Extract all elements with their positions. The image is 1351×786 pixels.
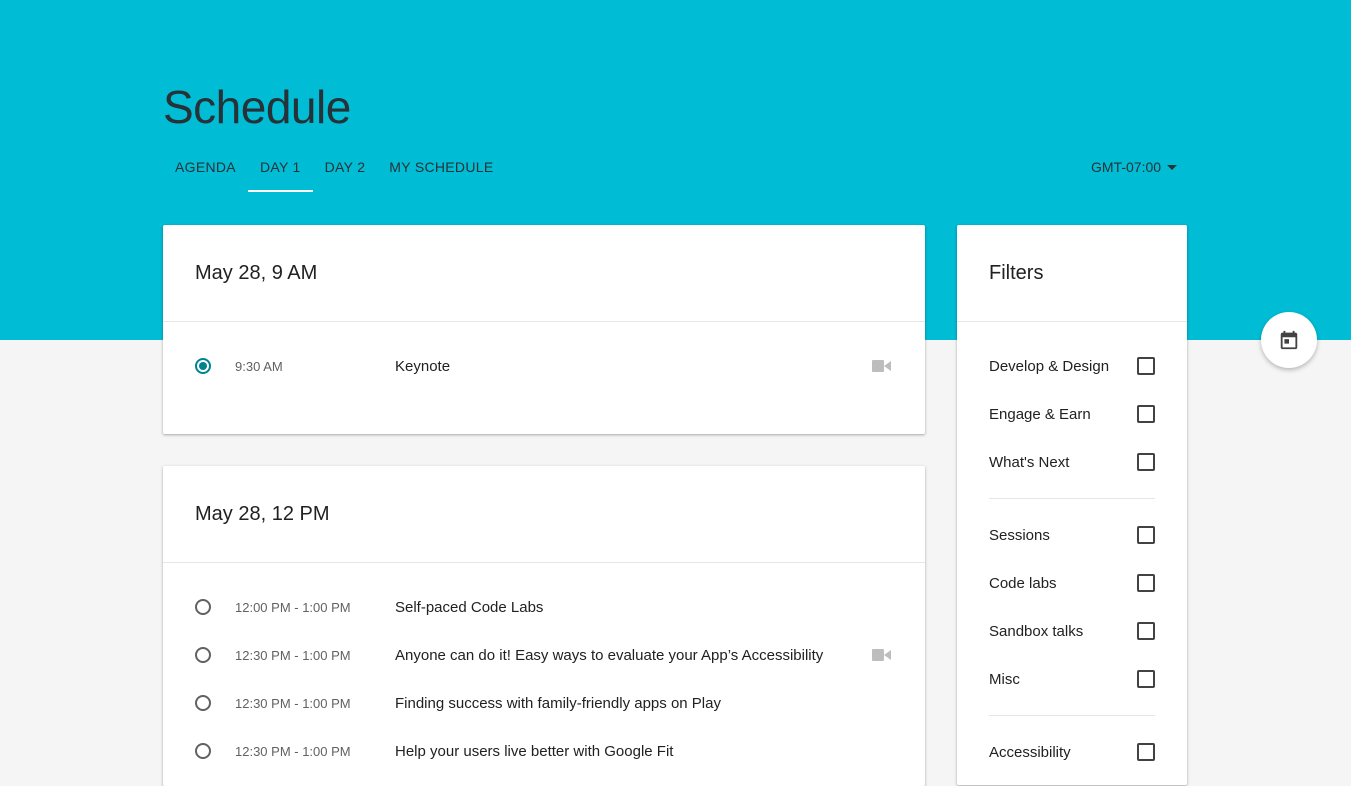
- page-title: Schedule: [163, 81, 351, 133]
- filter-label: Code labs: [989, 574, 1057, 592]
- filter-code-labs[interactable]: Code labs: [957, 559, 1187, 607]
- filter-label: Engage & Earn: [989, 405, 1091, 423]
- session-time: 9:30 AM: [235, 358, 283, 374]
- session-time: 12:00 PM - 1:00 PM: [235, 599, 351, 615]
- tab-my-schedule[interactable]: MY SCHEDULE: [377, 148, 505, 192]
- calendar-fab-button[interactable]: [1261, 312, 1317, 368]
- video-camera-icon: [872, 649, 891, 661]
- video-camera-icon: [872, 360, 891, 372]
- filter-develop-design[interactable]: Develop & Design: [957, 342, 1187, 390]
- filter-checkbox[interactable]: [1137, 670, 1155, 688]
- session-title[interactable]: Self-paced Code Labs: [395, 599, 543, 616]
- time-block-card: May 28, 12 PM 12:00 PM - 1:00 PM Self-pa…: [163, 466, 925, 786]
- session-select-radio[interactable]: [195, 695, 211, 711]
- session-row[interactable]: 12:00 PM - 1:00 PM Self-paced Code Labs: [163, 583, 925, 631]
- session-select-radio[interactable]: [195, 599, 211, 615]
- filter-checkbox[interactable]: [1137, 405, 1155, 423]
- tab-day-2[interactable]: DAY 2: [313, 148, 378, 192]
- filters-title: Filters: [957, 225, 1187, 322]
- session-row[interactable]: 12:30 PM - 1:00 PM Finding success with …: [163, 679, 925, 727]
- session-title[interactable]: Anyone can do it! Easy ways to evaluate …: [395, 647, 823, 664]
- time-block-heading: May 28, 9 AM: [163, 225, 925, 322]
- filters-panel: Filters Develop & Design Engage & Earn W…: [957, 225, 1187, 785]
- timezone-label: GMT-07:00: [1091, 159, 1162, 175]
- filter-label: Sessions: [989, 526, 1050, 544]
- tab-day-1[interactable]: DAY 1: [247, 148, 313, 192]
- filter-checkbox[interactable]: [1137, 357, 1155, 375]
- session-title[interactable]: Finding success with family-friendly app…: [395, 695, 721, 712]
- session-select-radio[interactable]: [195, 647, 211, 663]
- filter-sandbox-talks[interactable]: Sandbox talks: [957, 607, 1187, 655]
- session-title[interactable]: Keynote: [395, 358, 450, 375]
- session-row[interactable]: 12:30 PM - 1:00 PM Anyone can do it! Eas…: [163, 631, 925, 679]
- session-time: 12:30 PM - 1:00 PM: [235, 695, 351, 711]
- filter-engage-earn[interactable]: Engage & Earn: [957, 390, 1187, 438]
- filter-checkbox[interactable]: [1137, 743, 1155, 761]
- filter-label: Misc: [989, 670, 1020, 688]
- filter-checkbox[interactable]: [1137, 526, 1155, 544]
- filter-label: Sandbox talks: [989, 622, 1084, 640]
- filter-whats-next[interactable]: What's Next: [957, 438, 1187, 486]
- session-time: 12:30 PM - 1:00 PM: [235, 743, 351, 759]
- chevron-down-icon: [1167, 164, 1178, 170]
- session-time: 12:30 PM - 1:00 PM: [235, 647, 351, 663]
- filter-misc[interactable]: Misc: [957, 655, 1187, 703]
- filter-sessions[interactable]: Sessions: [957, 511, 1187, 559]
- filter-label: Accessibility: [989, 743, 1071, 761]
- time-block-heading: May 28, 12 PM: [163, 466, 925, 563]
- session-title[interactable]: Help your users live better with Google …: [395, 743, 673, 760]
- timezone-select[interactable]: GMT-07:00: [1091, 148, 1178, 186]
- filter-checkbox[interactable]: [1137, 574, 1155, 592]
- schedule-tabs: AGENDA DAY 1 DAY 2 MY SCHEDULE: [163, 148, 505, 192]
- calendar-icon: [1280, 330, 1298, 350]
- filter-label: Develop & Design: [989, 357, 1110, 375]
- filter-divider: [989, 498, 1155, 499]
- filter-checkbox[interactable]: [1137, 622, 1155, 640]
- filter-accessibility[interactable]: Accessibility: [957, 728, 1187, 776]
- session-select-radio[interactable]: [195, 358, 211, 374]
- filter-label: What's Next: [989, 453, 1070, 471]
- filter-checkbox[interactable]: [1137, 453, 1155, 471]
- time-block-card: May 28, 9 AM 9:30 AM Keynote: [163, 225, 925, 434]
- session-row[interactable]: 9:30 AM Keynote: [163, 342, 925, 390]
- session-select-radio[interactable]: [195, 743, 211, 759]
- filter-divider: [989, 715, 1155, 716]
- tab-agenda[interactable]: AGENDA: [163, 148, 248, 192]
